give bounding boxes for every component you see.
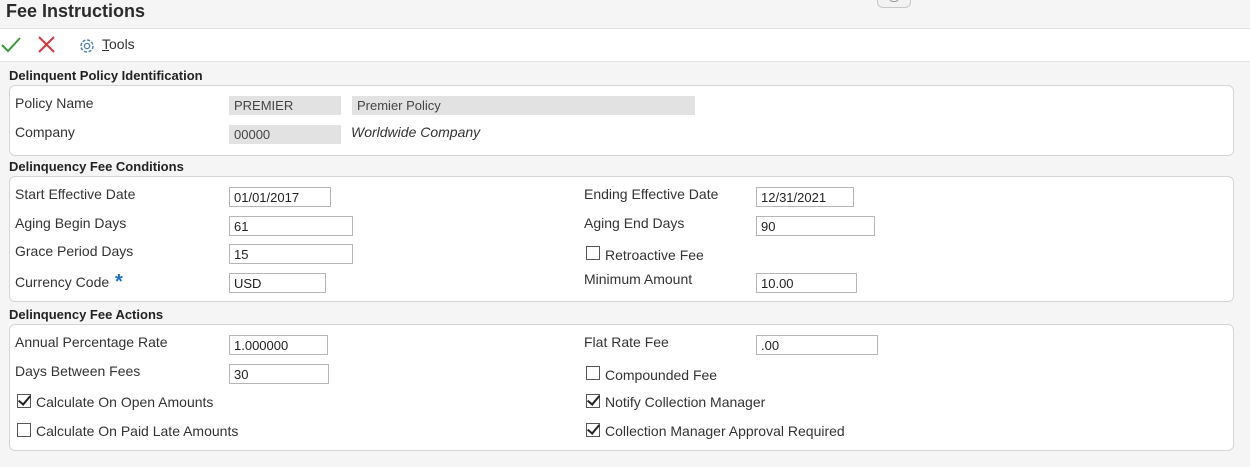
collection-manager-approval-required-label: Collection Manager Approval Required (605, 423, 845, 439)
aging-end-days-label: Aging End Days (584, 215, 685, 231)
company-name: Worldwide Company (351, 124, 481, 140)
ending-effective-date-input[interactable]: 12/31/2021 (756, 187, 854, 207)
tools-hotkey: T (102, 36, 109, 52)
ok-button[interactable] (0, 34, 22, 56)
days-between-fees-label: Days Between Fees (15, 363, 141, 379)
policy-name-description: Premier Policy (352, 96, 695, 115)
grace-period-days-label: Grace Period Days (15, 243, 134, 259)
collapse-handle[interactable] (877, 0, 911, 8)
page-title: Fee Instructions (6, 1, 146, 21)
tools-button[interactable]: Tools (77, 34, 147, 56)
retroactive-fee-label: Retroactive Fee (605, 247, 704, 263)
currency-code-input[interactable]: USD (229, 273, 326, 293)
required-indicator: * (115, 271, 123, 293)
days-between-fees-input[interactable]: 30 (229, 364, 329, 384)
compounded-fee-label: Compounded Fee (605, 367, 718, 383)
title-bar: Fee Instructions (0, 0, 1250, 28)
section-title-fee-conditions: Delinquency Fee Conditions (9, 159, 184, 174)
section-title-policy-identification: Delinquent Policy Identification (9, 68, 203, 83)
aging-begin-days-label: Aging Begin Days (15, 215, 127, 231)
start-effective-date-label: Start Effective Date (15, 186, 136, 202)
calculate-on-open-amounts-label: Calculate On Open Amounts (36, 394, 214, 410)
ending-effective-date-label: Ending Effective Date (584, 186, 719, 202)
compounded-fee-checkbox[interactable] (586, 366, 600, 380)
toolbar: Tools (0, 28, 1250, 62)
notify-collection-manager-checkbox[interactable] (586, 394, 600, 408)
start-effective-date-input[interactable]: 01/01/2017 (229, 187, 331, 207)
notify-collection-manager-label: Notify Collection Manager (605, 394, 766, 410)
collection-manager-approval-required-checkbox[interactable] (586, 423, 600, 437)
flat-rate-fee-input[interactable]: .00 (756, 335, 878, 355)
x-icon (38, 36, 55, 53)
calculate-on-paid-late-amounts-label: Calculate On Paid Late Amounts (36, 423, 239, 439)
policy-name-code: PREMIER (229, 96, 341, 115)
chevron-icon (889, 0, 899, 2)
annual-percentage-rate-input[interactable]: 1.000000 (229, 335, 328, 355)
calculate-on-paid-late-amounts-checkbox[interactable] (17, 423, 31, 437)
company-label: Company (15, 124, 75, 140)
company-code: 00000 (229, 125, 341, 144)
currency-code-label: Currency Code (15, 274, 110, 290)
policy-name-label: Policy Name (15, 95, 94, 111)
minimum-amount-label: Minimum Amount (584, 271, 693, 287)
flat-rate-fee-label: Flat Rate Fee (584, 334, 669, 350)
minimum-amount-input[interactable]: 10.00 (756, 273, 857, 293)
checkmark-icon (1, 37, 21, 53)
tools-label: Tools (102, 36, 135, 52)
retroactive-fee-checkbox[interactable] (586, 246, 600, 260)
gear-icon (80, 39, 94, 53)
aging-end-days-input[interactable]: 90 (756, 216, 875, 236)
annual-percentage-rate-label: Annual Percentage Rate (15, 334, 168, 350)
aging-begin-days-input[interactable]: 61 (229, 216, 353, 236)
section-title-fee-actions: Delinquency Fee Actions (9, 307, 164, 322)
cancel-button[interactable] (36, 34, 58, 56)
tools-label-rest: ools (109, 36, 135, 52)
calculate-on-open-amounts-checkbox[interactable] (17, 394, 31, 408)
grace-period-days-input[interactable]: 15 (229, 244, 353, 264)
